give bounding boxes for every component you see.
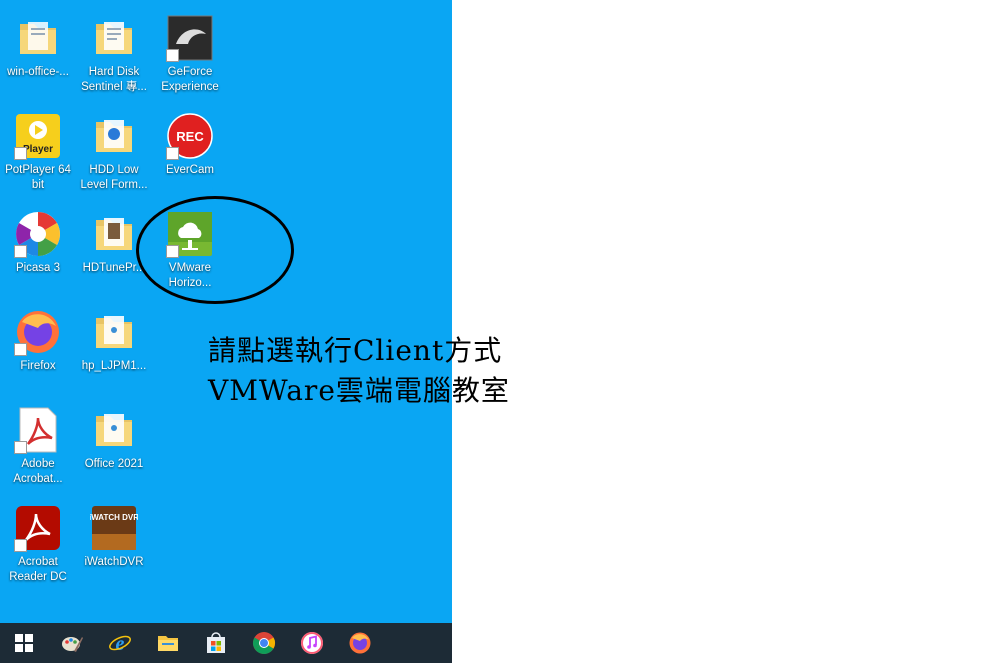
evercam-badge: REC — [176, 129, 204, 144]
folder-doc-icon — [90, 308, 138, 356]
highlight-circle — [136, 196, 294, 304]
desktop-icon-label: Hard Disk Sentinel 專... — [81, 66, 147, 93]
folder-icon — [14, 14, 62, 62]
instruction-line-1: 請點選執行Client方式 — [208, 334, 503, 367]
desktop-icon-potplayer[interactable]: Player PotPlayer 64 bit — [0, 110, 76, 204]
taskbar-ie-button[interactable]: e — [96, 623, 144, 663]
file-explorer-icon — [158, 636, 178, 651]
taskbar-itunes-button[interactable] — [288, 623, 336, 663]
paint-icon — [62, 637, 83, 652]
desktop-icon-evercam[interactable]: REC EverCam — [152, 110, 228, 204]
adobe-acrobat-icon — [14, 406, 62, 454]
acrobat-reader-icon — [14, 504, 62, 552]
taskbar-chrome-button[interactable] — [240, 623, 288, 663]
folder-doc-icon — [90, 112, 138, 160]
shortcut-arrow-icon — [14, 147, 27, 160]
desktop-icon-label: EverCam — [166, 164, 214, 176]
desktop-icon-picasa[interactable]: Picasa 3 — [0, 208, 76, 302]
shortcut-arrow-icon — [14, 441, 27, 454]
desktop: win-office-... Player PotPlayer 64 bit P… — [0, 0, 452, 623]
desktop-icon-label: Acrobat Reader DC — [9, 556, 67, 583]
folder-doc-icon — [90, 406, 138, 454]
desktop-icon-adobe-acrobat[interactable]: Adobe Acrobat... — [0, 404, 76, 498]
potplayer-badge: Player — [23, 144, 53, 155]
desktop-icon-firefox[interactable]: Firefox — [0, 306, 76, 400]
geforce-icon — [166, 14, 214, 62]
desktop-icon-label: Picasa 3 — [15, 262, 61, 274]
iwatchdvr-icon: iWATCH DVR — [90, 504, 138, 552]
taskbar-file-explorer-button[interactable] — [144, 623, 192, 663]
desktop-icon-label: iWatchDVR — [84, 556, 144, 568]
desktop-icon-label: PotPlayer 64 bit — [5, 164, 71, 191]
desktop-icon-acrobat-reader[interactable]: Acrobat Reader DC — [0, 502, 76, 596]
folder-doc-icon — [90, 14, 138, 62]
iwatchdvr-badge: iWATCH DVR — [90, 513, 138, 522]
desktop-icon-label: hp_LJPM1... — [81, 360, 147, 372]
desktop-icon-label: GeForce Experience — [161, 66, 219, 93]
desktop-icon-iwatchdvr[interactable]: iWATCH DVR iWatchDVR — [76, 502, 152, 596]
instruction-line-2: VMWare雲端電腦教室 — [208, 374, 510, 407]
desktop-icon-label: Firefox — [20, 360, 56, 372]
evercam-icon: REC — [166, 112, 214, 160]
desktop-icon-label: Adobe Acrobat... — [13, 458, 63, 485]
itunes-icon — [301, 632, 323, 654]
firefox-icon — [349, 632, 371, 654]
desktop-icon-label: Office 2021 — [84, 458, 144, 470]
shortcut-arrow-icon — [14, 539, 27, 552]
desktop-icon-label: HDD Low Level Form... — [80, 164, 148, 191]
potplayer-icon: Player — [14, 112, 62, 160]
chrome-icon — [253, 632, 275, 654]
firefox-icon — [14, 308, 62, 356]
desktop-icon-label: win-office-... — [7, 66, 69, 78]
folder-doc-icon — [90, 210, 138, 258]
desktop-icon-office-2021[interactable]: Office 2021 — [76, 404, 152, 498]
desktop-icon-hp-ljpm1[interactable]: hp_LJPM1... — [76, 306, 152, 400]
internet-explorer-icon: e — [109, 633, 131, 655]
shortcut-arrow-icon — [166, 49, 179, 62]
shortcut-arrow-icon — [14, 343, 27, 356]
desktop-icon-hdd-low-level[interactable]: HDD Low Level Form... — [76, 110, 152, 204]
picasa-icon — [14, 210, 62, 258]
taskbar-firefox-button[interactable] — [336, 623, 384, 663]
desktop-icon-hard-disk-sentinel[interactable]: Hard Disk Sentinel 專... — [76, 12, 152, 106]
microsoft-store-icon — [207, 632, 225, 653]
taskbar-paint-button[interactable] — [48, 623, 96, 663]
taskbar-store-button[interactable] — [192, 623, 240, 663]
taskbar-start-button[interactable] — [0, 623, 48, 663]
desktop-icon-win-office[interactable]: win-office-... — [0, 12, 76, 106]
taskbar: e — [0, 623, 452, 663]
windows-start-icon — [15, 634, 33, 652]
desktop-icon-geforce-experience[interactable]: GeForce Experience — [152, 12, 228, 106]
shortcut-arrow-icon — [166, 147, 179, 160]
shortcut-arrow-icon — [14, 245, 27, 258]
